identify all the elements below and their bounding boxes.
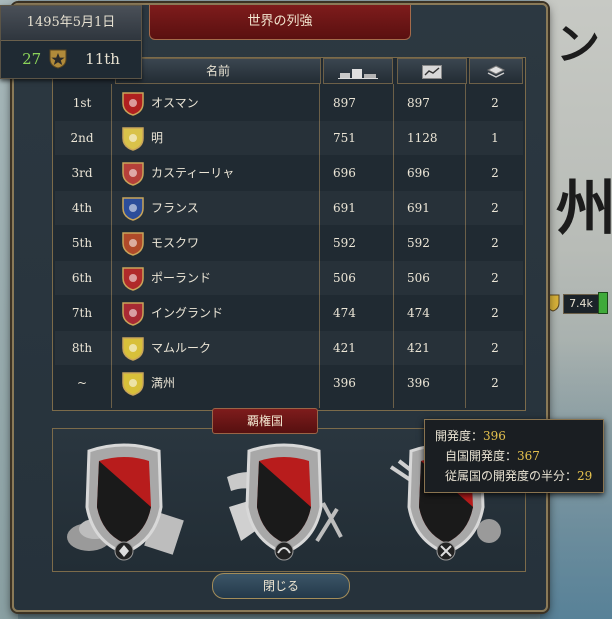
- star-shield-icon: [49, 49, 67, 69]
- rank-position: 11th: [85, 50, 120, 68]
- rank-cell: 4th: [71, 201, 93, 215]
- map-label-province: 州: [556, 174, 612, 244]
- development-value: 696: [333, 166, 356, 180]
- england-flag-icon[interactable]: [121, 301, 145, 327]
- date-panel[interactable]: 1495年5月1日 27 11th: [0, 5, 142, 79]
- total-development-value: 696: [407, 166, 430, 180]
- subjects-value: 2: [491, 306, 499, 320]
- subjects-value: 2: [491, 376, 499, 390]
- development-value: 421: [333, 341, 356, 355]
- country-name: ポーランド: [151, 271, 212, 285]
- tooltip-own-line: 自国開発度：367: [435, 446, 603, 466]
- header-development[interactable]: [323, 58, 393, 84]
- header-subjects[interactable]: [469, 58, 523, 84]
- rank-cell: ~: [76, 376, 88, 390]
- economic-hegemon-emblem[interactable]: [59, 437, 189, 565]
- rank-cell: 7th: [71, 306, 93, 320]
- country-name: マムルーク: [151, 341, 212, 355]
- castile-flag-icon[interactable]: [121, 161, 145, 187]
- hegemon-title: 覇権国: [212, 408, 318, 434]
- tooltip-subjects-value: 29: [577, 469, 593, 483]
- development-value: 592: [333, 236, 356, 250]
- subjects-value: 2: [491, 201, 499, 215]
- tooltip-development-line: 開発度：396: [435, 426, 603, 446]
- table-row[interactable]: ~ 満州 396 396 2: [55, 366, 523, 400]
- power-score: 27: [22, 50, 42, 68]
- development-value: 691: [333, 201, 356, 215]
- development-bars-icon: [338, 68, 378, 79]
- window-title: 世界の列強: [149, 5, 411, 40]
- tooltip-subjects-label: 従属国の開発度の半分：: [445, 469, 578, 483]
- country-name: 明: [151, 131, 164, 145]
- army-strength-badge[interactable]: 7.4k: [563, 294, 599, 314]
- muscovy-flag-icon[interactable]: [121, 231, 145, 257]
- total-development-value: 592: [407, 236, 430, 250]
- development-value: 897: [333, 96, 356, 110]
- crescent-icon[interactable]: [121, 91, 145, 117]
- total-development-value: 691: [407, 201, 430, 215]
- subjects-value: 2: [491, 271, 499, 285]
- manchu-flag-icon[interactable]: [121, 371, 145, 397]
- white-eagle-icon[interactable]: [121, 266, 145, 292]
- development-value: 396: [333, 376, 356, 390]
- table-row[interactable]: 3rd カスティーリャ 696 696 2: [55, 156, 523, 190]
- development-value: 751: [333, 131, 356, 145]
- subjects-value: 2: [491, 236, 499, 250]
- total-development-value: 474: [407, 306, 430, 320]
- rank-cell: 1st: [72, 96, 92, 110]
- subjects-value: 2: [491, 96, 499, 110]
- fleur-de-lis-icon[interactable]: [121, 196, 145, 222]
- graph-icon: [422, 64, 442, 79]
- rank-cell: 2nd: [70, 131, 94, 145]
- total-development-value: 506: [407, 271, 430, 285]
- subjects-value: 2: [491, 166, 499, 180]
- great-powers-window: 世界の列強 名前 1st オスマン 897 897 2 2nd 明 751 11…: [12, 3, 548, 612]
- header-name[interactable]: 名前: [115, 58, 321, 84]
- tooltip-own-label: 自国開発度：: [445, 449, 518, 463]
- total-development-value: 421: [407, 341, 430, 355]
- table-row[interactable]: 2nd 明 751 1128 1: [55, 121, 523, 155]
- country-name: 満州: [151, 376, 176, 390]
- tooltip-subjects-line: 従属国の開発度の半分：29: [435, 466, 603, 486]
- total-development-value: 897: [407, 96, 430, 110]
- header-total-development[interactable]: [397, 58, 467, 84]
- layers-icon: [486, 64, 506, 78]
- table-row[interactable]: 8th マムルーク 421 421 2: [55, 331, 523, 365]
- table-row[interactable]: 6th ポーランド 506 506 2: [55, 261, 523, 295]
- country-name: オスマン: [151, 96, 199, 110]
- header-name-label: 名前: [205, 64, 230, 78]
- table-row[interactable]: 5th モスクワ 592 592 2: [55, 226, 523, 260]
- total-development-value: 1128: [407, 131, 438, 145]
- country-name: イングランド: [151, 306, 224, 320]
- country-name: フランス: [151, 201, 199, 215]
- tooltip-own-value: 367: [517, 449, 540, 463]
- close-button[interactable]: 閉じる: [212, 573, 350, 599]
- development-tooltip: 開発度：396 自国開発度：367 従属国の開発度の半分：29: [424, 419, 604, 493]
- tooltip-development-value: 396: [483, 429, 506, 443]
- mamluk-flag-icon[interactable]: [121, 336, 145, 362]
- map-label-top: ン: [556, 19, 600, 70]
- great-power-rank[interactable]: 27 11th: [1, 41, 141, 77]
- military-hegemon-emblem[interactable]: [219, 437, 349, 565]
- ming-flag-icon[interactable]: [121, 126, 145, 152]
- rank-cell: 3rd: [71, 166, 93, 180]
- army-shield-icon: [546, 294, 560, 312]
- great-powers-table: 名前 1st オスマン 897 897 2 2nd 明 751 1128 1 3…: [52, 57, 526, 411]
- rank-cell: 5th: [71, 236, 93, 250]
- rank-cell: 8th: [71, 341, 93, 355]
- army-morale-bar: [598, 292, 608, 314]
- country-name: カスティーリャ: [151, 166, 235, 180]
- country-name: モスクワ: [151, 236, 200, 250]
- total-development-value: 396: [407, 376, 430, 390]
- subjects-value: 1: [491, 131, 499, 145]
- table-row[interactable]: 7th イングランド 474 474 2: [55, 296, 523, 330]
- development-value: 474: [333, 306, 356, 320]
- tooltip-development-label: 開発度：: [435, 429, 484, 443]
- development-value: 506: [333, 271, 356, 285]
- rank-cell: 6th: [71, 271, 93, 285]
- current-date[interactable]: 1495年5月1日: [1, 6, 141, 41]
- subjects-value: 2: [491, 341, 499, 355]
- table-row[interactable]: 4th フランス 691 691 2: [55, 191, 523, 225]
- table-row[interactable]: 1st オスマン 897 897 2: [55, 86, 523, 120]
